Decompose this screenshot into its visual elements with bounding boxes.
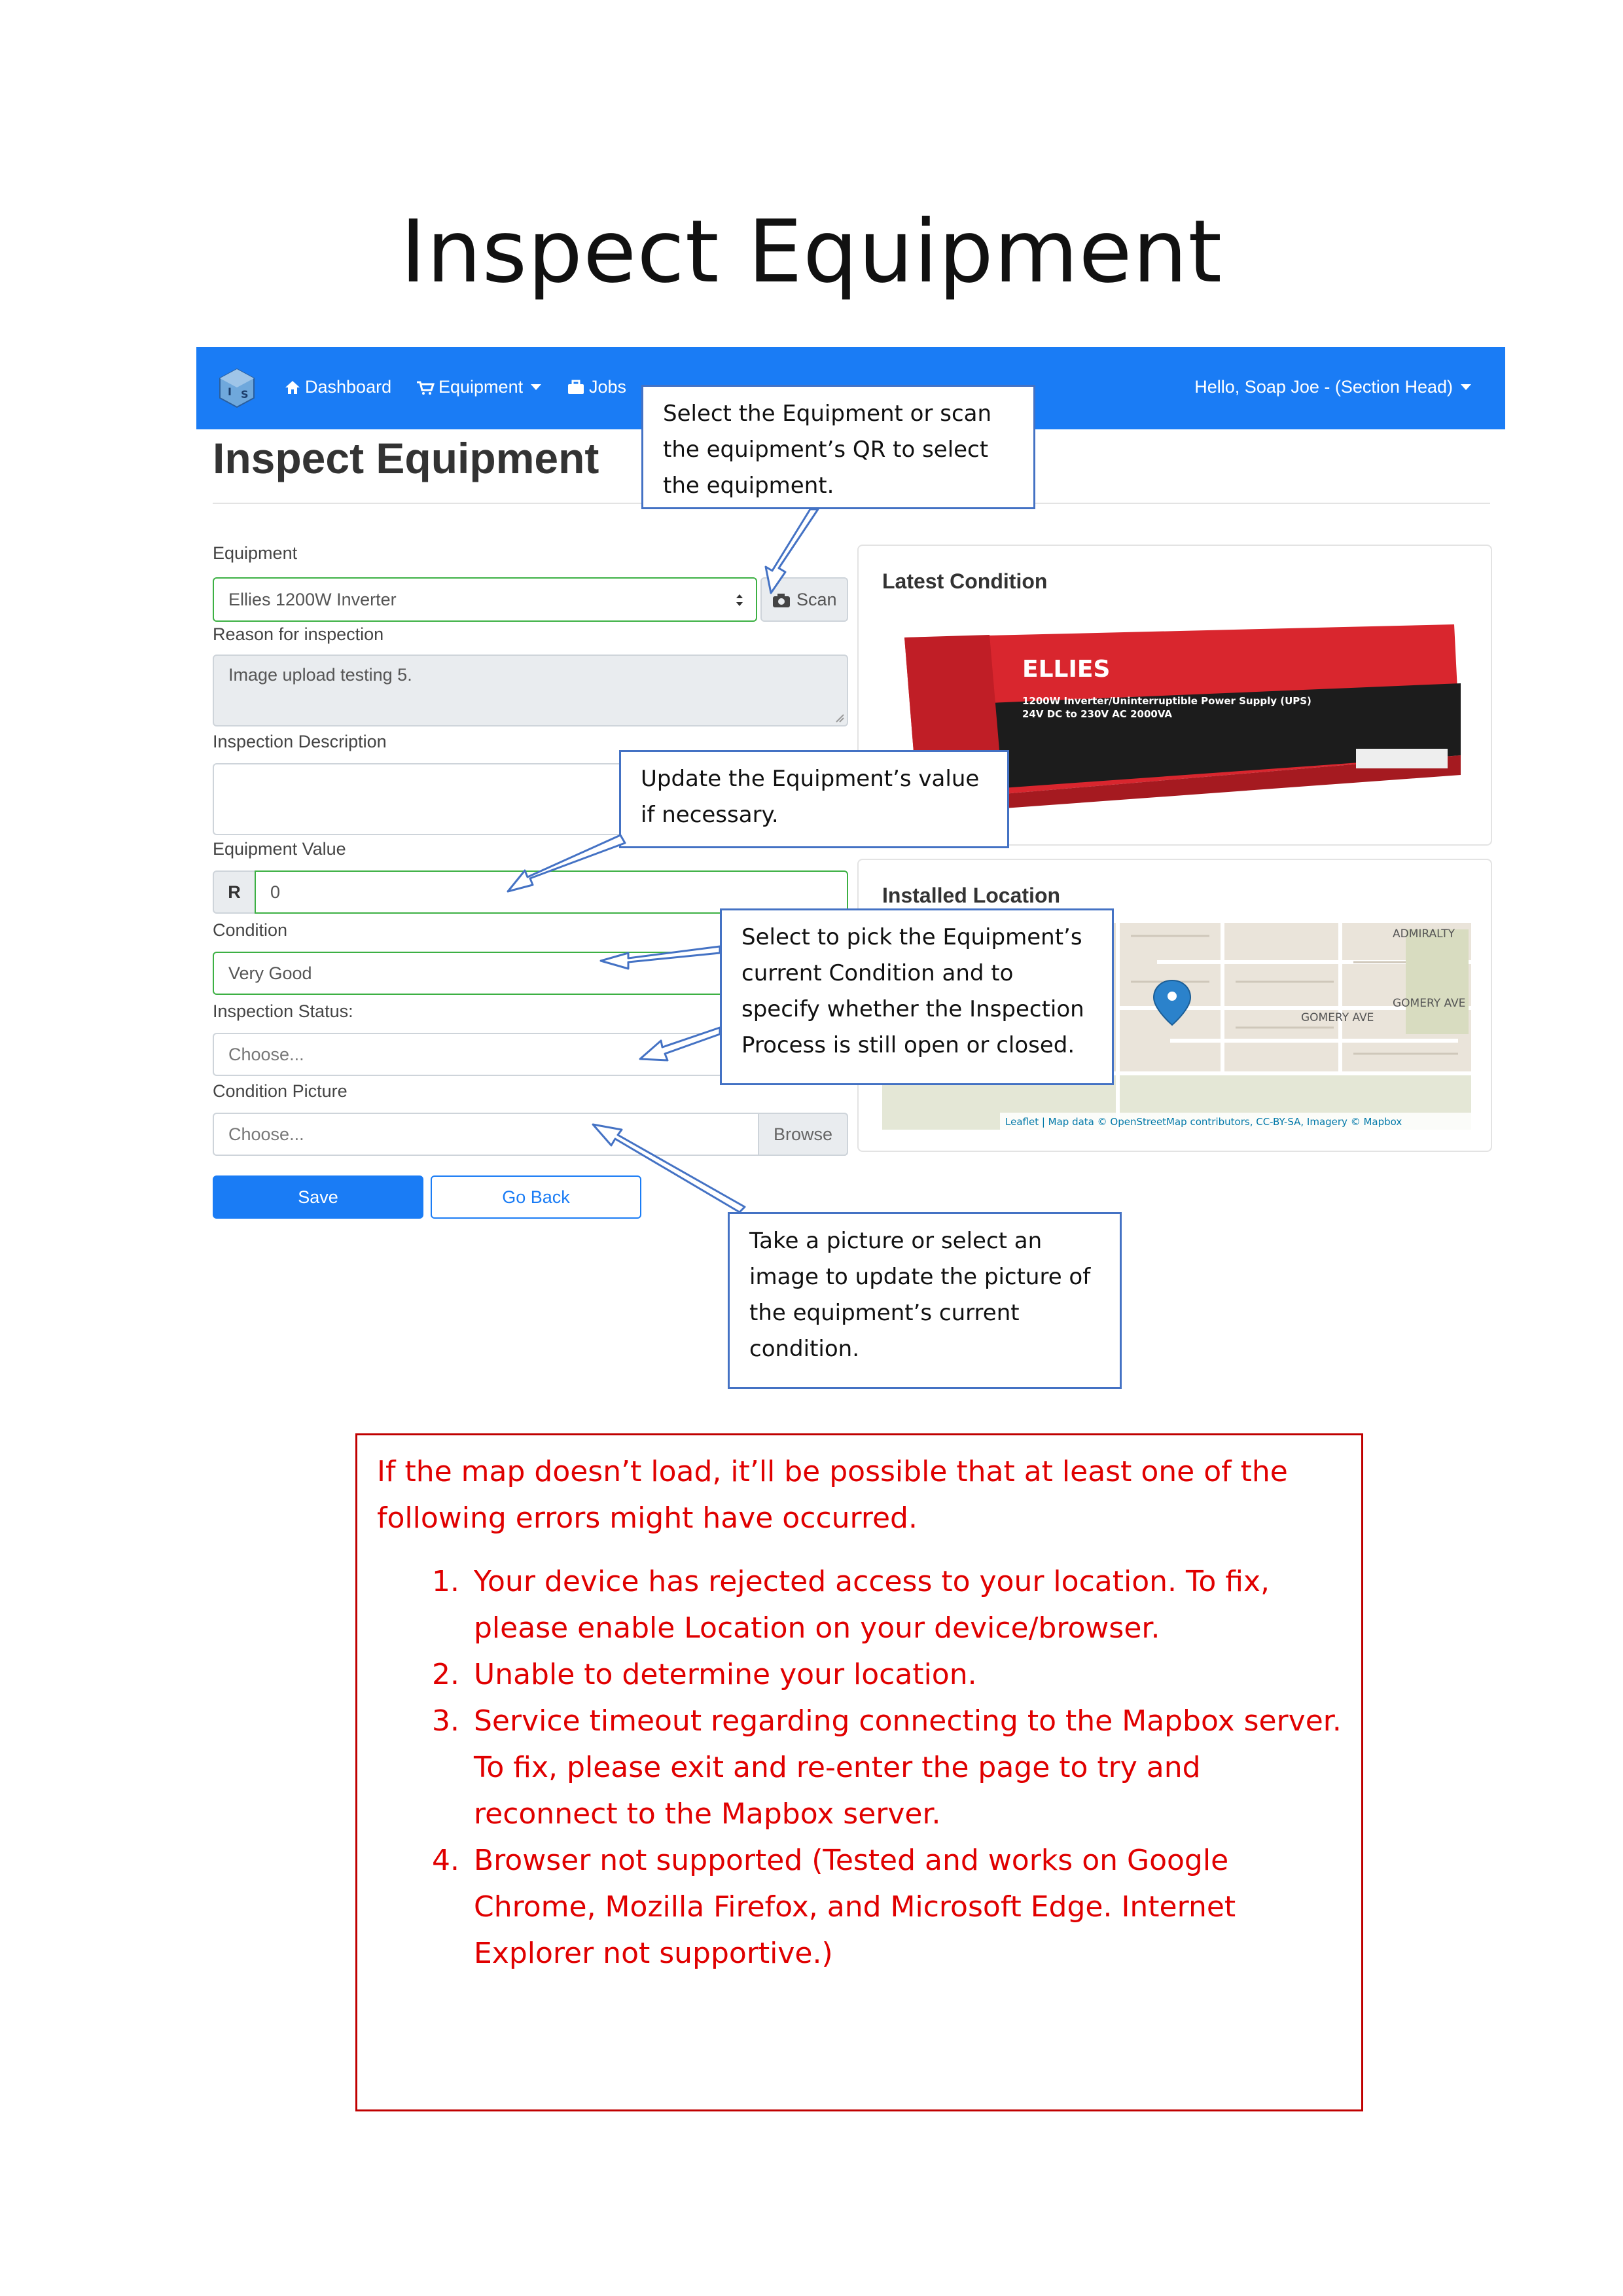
arrow-to-condition	[599, 945, 721, 970]
error-item: Service timeout regarding connecting to …	[469, 1698, 1342, 1837]
error-list: Your device has rejected access to your …	[377, 1558, 1342, 1977]
arrow-to-scan	[764, 508, 819, 594]
arrow-to-status	[639, 1026, 721, 1062]
error-item: Unable to determine your location.	[469, 1651, 1342, 1698]
arrow-to-picture	[592, 1123, 746, 1213]
error-item: Your device has rejected access to your …	[469, 1558, 1342, 1651]
map-error-notes: If the map doesn’t load, it’ll be possib…	[355, 1433, 1363, 2111]
error-intro: If the map doesn’t load, it’ll be possib…	[377, 1455, 1288, 1535]
arrow-to-value	[507, 834, 626, 893]
error-item: Browser not supported (Tested and works …	[469, 1837, 1342, 1977]
